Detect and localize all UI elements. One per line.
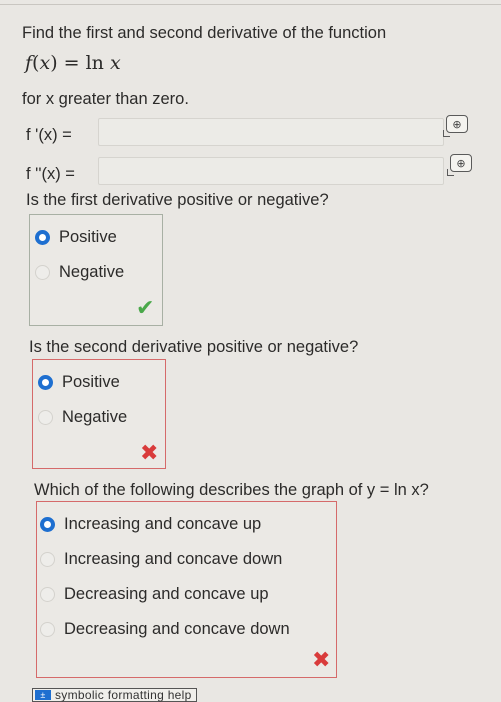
q1-text: Is the first derivative positive or nega…: [26, 191, 329, 209]
question-prompt: Find the first and second derivative of …: [22, 24, 387, 42]
q3-text: Which of the following describes the gra…: [34, 481, 429, 499]
q2-option-positive[interactable]: Positive: [38, 373, 120, 392]
radio-icon[interactable]: [38, 410, 53, 425]
incorrect-x-icon: ✖: [312, 647, 331, 672]
first-derivative-input[interactable]: [98, 118, 444, 146]
radio-selected-icon[interactable]: [40, 517, 55, 532]
radio-icon[interactable]: [40, 622, 55, 637]
func-rparen: ): [50, 52, 58, 74]
option-label: Positive: [62, 373, 120, 391]
q1-option-negative[interactable]: Negative: [35, 263, 124, 282]
option-label: Negative: [62, 408, 128, 426]
q3-option-decreasing-concave-down[interactable]: Decreasing and concave down: [40, 620, 290, 639]
correct-check-icon: ✔: [136, 295, 155, 320]
first-derivative-label: f '(x) =: [26, 126, 72, 144]
option-label: Negative: [59, 263, 125, 281]
radio-selected-icon[interactable]: [35, 230, 50, 245]
option-label: Positive: [59, 228, 117, 246]
equation-editor-icon[interactable]: ⊕: [447, 154, 472, 176]
radio-icon[interactable]: [40, 587, 55, 602]
func-ln: ln: [85, 52, 104, 74]
equation-editor-icon[interactable]: ⊕: [443, 115, 468, 137]
radio-selected-icon[interactable]: [38, 375, 53, 390]
func-arg: x: [109, 52, 121, 74]
domain-condition: for x greater than zero.: [22, 90, 189, 108]
function-expression: f(x) = ln x: [25, 52, 121, 74]
func-var: x: [39, 52, 51, 74]
q1-option-positive[interactable]: Positive: [35, 228, 117, 247]
incorrect-x-icon: ✖: [140, 440, 159, 465]
q3-option-decreasing-concave-up[interactable]: Decreasing and concave up: [40, 585, 269, 604]
second-derivative-input[interactable]: [98, 157, 444, 185]
func-name: f: [25, 52, 33, 74]
option-label: Increasing and concave down: [64, 550, 283, 568]
radio-icon[interactable]: [40, 552, 55, 567]
radio-icon[interactable]: [35, 265, 50, 280]
func-equals: =: [57, 52, 86, 74]
top-divider: [0, 4, 501, 5]
option-label: Increasing and concave up: [64, 515, 262, 533]
q2-text: Is the second derivative positive or neg…: [29, 338, 359, 356]
plus-minus-icon: ±: [35, 690, 51, 700]
second-derivative-label: f ''(x) =: [26, 165, 75, 183]
option-label: Decreasing and concave down: [64, 620, 290, 638]
q3-option-increasing-concave-up[interactable]: Increasing and concave up: [40, 515, 261, 534]
option-label: Decreasing and concave up: [64, 585, 269, 603]
q3-option-increasing-concave-down[interactable]: Increasing and concave down: [40, 550, 282, 569]
q2-option-negative[interactable]: Negative: [38, 408, 127, 427]
